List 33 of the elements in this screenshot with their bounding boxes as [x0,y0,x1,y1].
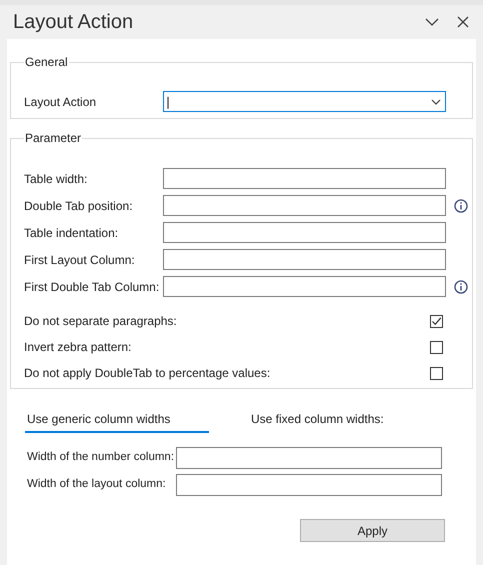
info-icon[interactable] [454,280,468,294]
tab[interactable]: Use fixed column widths: [249,410,433,433]
field-label: Table width: [24,170,88,188]
input-field[interactable] [163,276,446,297]
checkbox[interactable] [430,314,443,328]
field-label: Table indentation: [24,224,120,242]
window-title: Layout Action [13,10,134,35]
layout-action-combo[interactable]: | [163,91,446,112]
group-legend: Parameter [24,129,82,147]
tab[interactable]: Use generic column widths [25,410,209,433]
field-label: Do not apply DoubleTab to percentage values: [24,365,272,382]
field-label: Double Tab position: [24,198,134,214]
chevron-down-icon[interactable] [425,18,439,26]
field-label: First Layout Column: [24,252,136,268]
field-label: Invert zebra pattern: [24,339,132,356]
info-icon[interactable] [454,198,468,212]
apply-button[interactable]: Apply [300,519,445,542]
close-icon[interactable] [457,16,469,28]
input-field[interactable] [163,222,446,243]
group-legend: General [24,53,69,71]
input-field[interactable] [163,168,446,189]
field-label: Width of the layout column: [27,476,167,492]
input-field[interactable] [163,195,446,216]
field-label: Width of the number column: [27,450,176,465]
field-label: First Double Tab Column: [24,278,160,296]
input-field[interactable] [163,249,446,270]
checkbox[interactable] [430,340,443,354]
chevron-down-icon [431,98,441,104]
field-label: Layout Action [24,94,98,110]
input-field[interactable] [176,474,442,496]
input-field[interactable] [176,446,442,468]
checkbox[interactable] [430,366,443,380]
field-label: Do not separate paragraphs: [24,313,178,330]
